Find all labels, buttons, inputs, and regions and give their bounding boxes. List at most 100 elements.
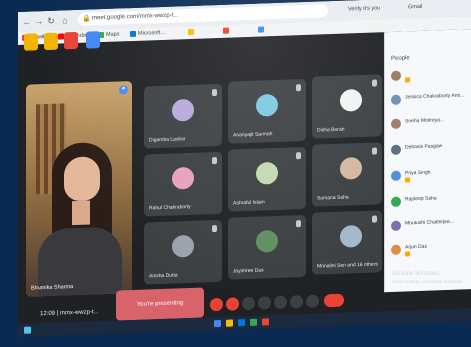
badge-icon (405, 251, 410, 257)
avatar (172, 234, 194, 258)
avatar (256, 229, 278, 253)
avatar (391, 94, 401, 105)
avatar (340, 224, 362, 248)
people-item[interactable]: Rajdeep Saha (391, 193, 471, 212)
meet-grid: ✦ Bhumika Sharma Digamba Laskar Ananyaji… (18, 64, 383, 302)
gmail-tab-label[interactable]: Gmail (408, 3, 422, 13)
bookmark-icon (258, 25, 264, 33)
app-icon[interactable] (250, 318, 257, 326)
people-name: Moutushi Chatterjee... (405, 218, 454, 227)
participant-name: Anisha Dutta (149, 272, 178, 280)
people-name: Sneha Moitreya... (405, 117, 445, 125)
present-icon[interactable] (274, 295, 287, 310)
participant-tile[interactable]: Disha Borah (312, 74, 382, 139)
participant-name: Rahul Chakraborty (149, 203, 191, 212)
people-name: Jessica Chakraborty Ans... (405, 92, 465, 101)
mic-off-icon (296, 152, 301, 160)
forward-icon[interactable]: → (34, 16, 44, 26)
more-icon[interactable] (306, 294, 319, 308)
folder-icon[interactable] (226, 319, 233, 327)
people-name: Debasis Pasgaw (405, 143, 443, 151)
avatar (391, 196, 401, 207)
bookmark-microsoft[interactable]: Microsoft... (130, 29, 165, 39)
avatar (340, 156, 362, 180)
participant-name: Ananyajit Sarmah (233, 131, 273, 139)
microsoft-icon (130, 30, 136, 37)
reload-icon[interactable]: ↻ (46, 16, 56, 26)
self-video-tile[interactable]: ✦ Bhumika Sharma (26, 81, 132, 297)
bookmark-6[interactable] (258, 25, 266, 34)
participant-tile[interactable]: Ananyajit Sarmah (228, 78, 306, 144)
yellow-app-icon[interactable] (44, 32, 58, 51)
participant-tile[interactable]: Rahul Chakraborty (144, 151, 222, 217)
people-item[interactable]: Arjun Das (391, 241, 471, 260)
bookmark-icon (223, 27, 229, 34)
avatar (172, 166, 194, 190)
avatar (391, 144, 401, 155)
verify-label[interactable]: Verify it's you (348, 4, 380, 14)
captions-icon[interactable] (242, 296, 255, 311)
lock-icon: 🔒 (82, 15, 91, 23)
back-icon[interactable]: ← (22, 17, 32, 27)
participant-tile[interactable]: Sumana Saha (312, 142, 382, 207)
mic-off-icon (212, 157, 217, 165)
avatar (391, 244, 401, 255)
camera-icon[interactable] (226, 297, 239, 311)
monitor-screen: ← → ↻ ⌂ 🔒 meet.google.com/mmx-wwzp-t... … (18, 0, 471, 338)
people-item[interactable]: Jessica Chakraborty Ans... (391, 91, 471, 110)
leave-call-icon[interactable] (324, 293, 344, 308)
host-badge-icon (405, 77, 410, 83)
edge-icon[interactable] (238, 319, 245, 327)
red-app-icon[interactable] (64, 31, 78, 50)
mic-off-icon (372, 215, 377, 223)
mic-off-icon (296, 84, 301, 92)
participant-tile[interactable]: Joyshree Das (228, 214, 306, 280)
participant-name: Sumana Saha (317, 194, 349, 202)
mic-off-icon (212, 89, 217, 97)
participant-name: Disha Borah (317, 126, 345, 134)
chrome-icon[interactable] (214, 319, 221, 328)
avatar (340, 88, 362, 112)
home-icon[interactable]: ⌂ (60, 15, 70, 25)
people-item[interactable]: Priya Singh (391, 167, 471, 186)
hand-icon[interactable] (290, 295, 303, 309)
avatar (391, 70, 401, 81)
people-item[interactable]: Sneha Moitreya... (391, 115, 471, 134)
participant-name: Ashraful Islam (233, 199, 265, 207)
emoji-icon[interactable] (258, 296, 271, 310)
app-icon[interactable] (262, 318, 269, 326)
people-panel: People Jessica Chakraborty Ans... Sneha … (384, 29, 471, 293)
yellow-app-icon[interactable] (24, 33, 38, 51)
people-name: Arjun Das (405, 243, 427, 251)
avatar (256, 93, 278, 117)
people-item[interactable]: Moutushi Chatterjee... (391, 217, 471, 236)
presenting-banner[interactable]: You're presenting (116, 287, 204, 321)
participant-name: Joyshree Das (233, 267, 264, 275)
participant-tile[interactable]: Ashraful Islam (228, 146, 306, 212)
mic-off-icon (296, 220, 301, 228)
mic-off-icon (372, 147, 377, 155)
avatar (391, 220, 401, 231)
badge-icon (405, 177, 410, 183)
bookmark-maps[interactable]: Maps (98, 30, 119, 40)
photo-frame: ← → ↻ ⌂ 🔒 meet.google.com/mmx-wwzp-t... … (0, 0, 471, 347)
bookmark-4[interactable] (188, 28, 196, 37)
people-item[interactable] (391, 67, 471, 86)
blue-app-icon[interactable] (86, 31, 100, 49)
participant-tile[interactable]: Mrinalini Sen and 16 others (312, 210, 382, 275)
mic-off-icon (212, 225, 217, 233)
people-name: Priya Singh (405, 169, 431, 177)
activate-windows-watermark: Activate Windows Go to Settings to activ… (392, 270, 463, 286)
start-icon[interactable] (24, 326, 31, 334)
participant-tile[interactable]: Anisha Dutta (144, 219, 222, 285)
people-item[interactable]: Debasis Pasgaw (391, 141, 471, 160)
participant-tile[interactable]: Digamba Laskar (144, 83, 222, 149)
mic-icon[interactable] (210, 297, 223, 312)
bookmark-5[interactable] (223, 27, 231, 36)
participant-name: Digamba Laskar (149, 136, 186, 144)
bookmark-icon (188, 28, 194, 35)
watermark-line2: Go to Settings to activate Windows. (392, 279, 464, 284)
avatar (172, 98, 194, 122)
people-title: People (391, 55, 410, 62)
avatar (391, 170, 401, 181)
